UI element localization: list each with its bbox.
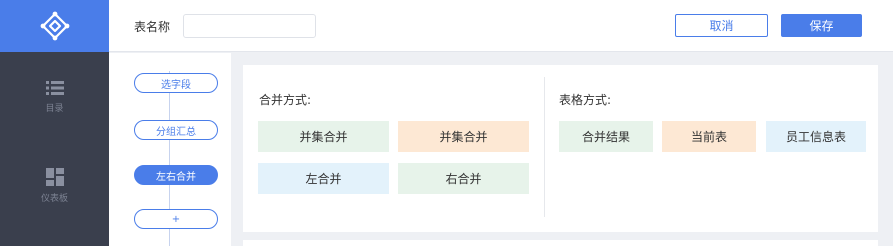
header-bar: 表名称 取消 保存	[109, 0, 893, 52]
app-logo[interactable]	[0, 0, 109, 52]
merge-config-panel: 合并方式: 并集合并 并集合并 左合并 右合并 表格方式: 合并结果 当前表 员…	[243, 65, 878, 232]
save-button[interactable]: 保存	[781, 14, 862, 37]
next-panel	[243, 240, 878, 246]
cancel-button[interactable]: 取消	[675, 14, 768, 37]
merge-option-right[interactable]: 右合并	[398, 163, 529, 194]
list-icon	[45, 81, 64, 95]
logo-icon	[40, 11, 69, 41]
sidebar-item-dashboard[interactable]: 仪表板	[0, 168, 109, 204]
add-step-button[interactable]: +	[134, 209, 218, 229]
step-select-fields[interactable]: 选字段	[134, 73, 218, 93]
sidebar-item-label: 仪表板	[40, 194, 68, 204]
table-mode-title: 表格方式:	[559, 93, 612, 107]
table-name-input[interactable]	[183, 14, 316, 38]
table-name-label: 表名称	[134, 20, 171, 34]
sidebar: 目录 仪表板	[0, 0, 109, 246]
dashboard-icon	[45, 168, 64, 186]
table-option-merge-result[interactable]: 合并结果	[559, 121, 653, 152]
merge-mode-title: 合并方式:	[259, 93, 312, 107]
merge-option-left[interactable]: 左合并	[258, 163, 389, 194]
sidebar-item-label: 目录	[45, 104, 64, 114]
table-option-current[interactable]: 当前表	[662, 121, 756, 152]
step-group-summary[interactable]: 分组汇总	[134, 120, 218, 140]
step-list: 选字段 分组汇总 左右合并 +	[109, 53, 231, 246]
merge-option-union-alt[interactable]: 并集合并	[398, 121, 529, 152]
merge-option-union[interactable]: 并集合并	[258, 121, 389, 152]
section-divider	[544, 77, 545, 217]
table-option-employee-info[interactable]: 员工信息表	[766, 121, 866, 152]
step-left-right-merge[interactable]: 左右合并	[134, 165, 218, 185]
sidebar-item-catalog[interactable]: 目录	[0, 80, 109, 114]
